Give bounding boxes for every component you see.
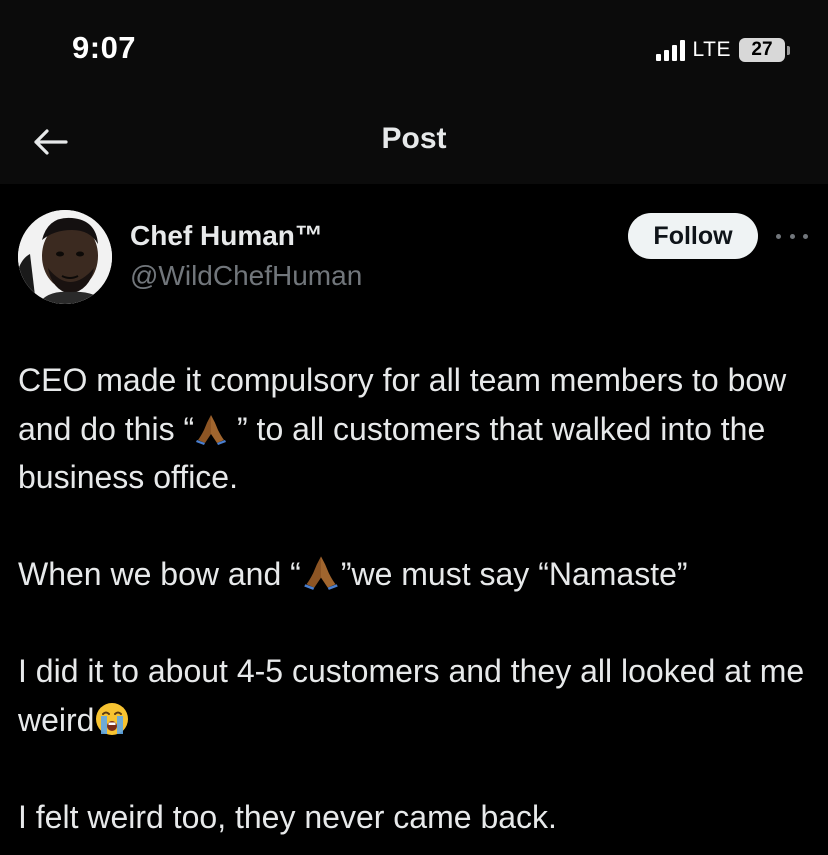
post-paragraph-3: I did it to about 4-5 customers and they… xyxy=(18,647,818,744)
post-text-segment: I did it to about 4-5 customers and they… xyxy=(18,653,805,738)
status-indicators: LTE 27 xyxy=(655,36,790,64)
author-handle[interactable]: @WildChefHuman xyxy=(130,260,362,292)
battery-level: 27 xyxy=(751,39,773,60)
signal-icon xyxy=(655,39,685,61)
folded-hands-icon xyxy=(304,556,338,590)
avatar-image xyxy=(18,210,112,304)
more-horizontal-icon[interactable] xyxy=(776,224,808,248)
post-paragraph-1: CEO made it compulsory for all team memb… xyxy=(18,356,818,502)
nav-bar: Post xyxy=(0,100,828,184)
network-type: LTE xyxy=(692,38,731,61)
status-bar: 9:07 LTE 27 xyxy=(0,0,828,100)
post-text: CEO made it compulsory for all team memb… xyxy=(18,356,818,841)
loudly-crying-face-icon xyxy=(96,702,129,735)
battery-tip xyxy=(787,45,790,55)
post-text-segment: ”we must say “Namaste” xyxy=(340,556,688,592)
post-paragraph-2: When we bow and “ ”we must say “Namaste” xyxy=(18,550,818,599)
page-title: Post xyxy=(381,122,447,155)
status-time: 9:07 xyxy=(72,30,137,65)
post: Chef Human™ @WildChefHuman Follow CEO ma… xyxy=(0,184,828,855)
follow-button[interactable]: Follow xyxy=(628,213,758,259)
avatar[interactable] xyxy=(18,210,112,304)
post-paragraph-4: I felt weird too, they never came back. xyxy=(18,798,557,835)
post-text-segment: When we bow and “ xyxy=(18,556,301,592)
battery-icon: 27 xyxy=(739,38,785,62)
folded-hands-icon xyxy=(196,414,227,445)
author-display-name[interactable]: Chef Human™ xyxy=(130,220,323,252)
